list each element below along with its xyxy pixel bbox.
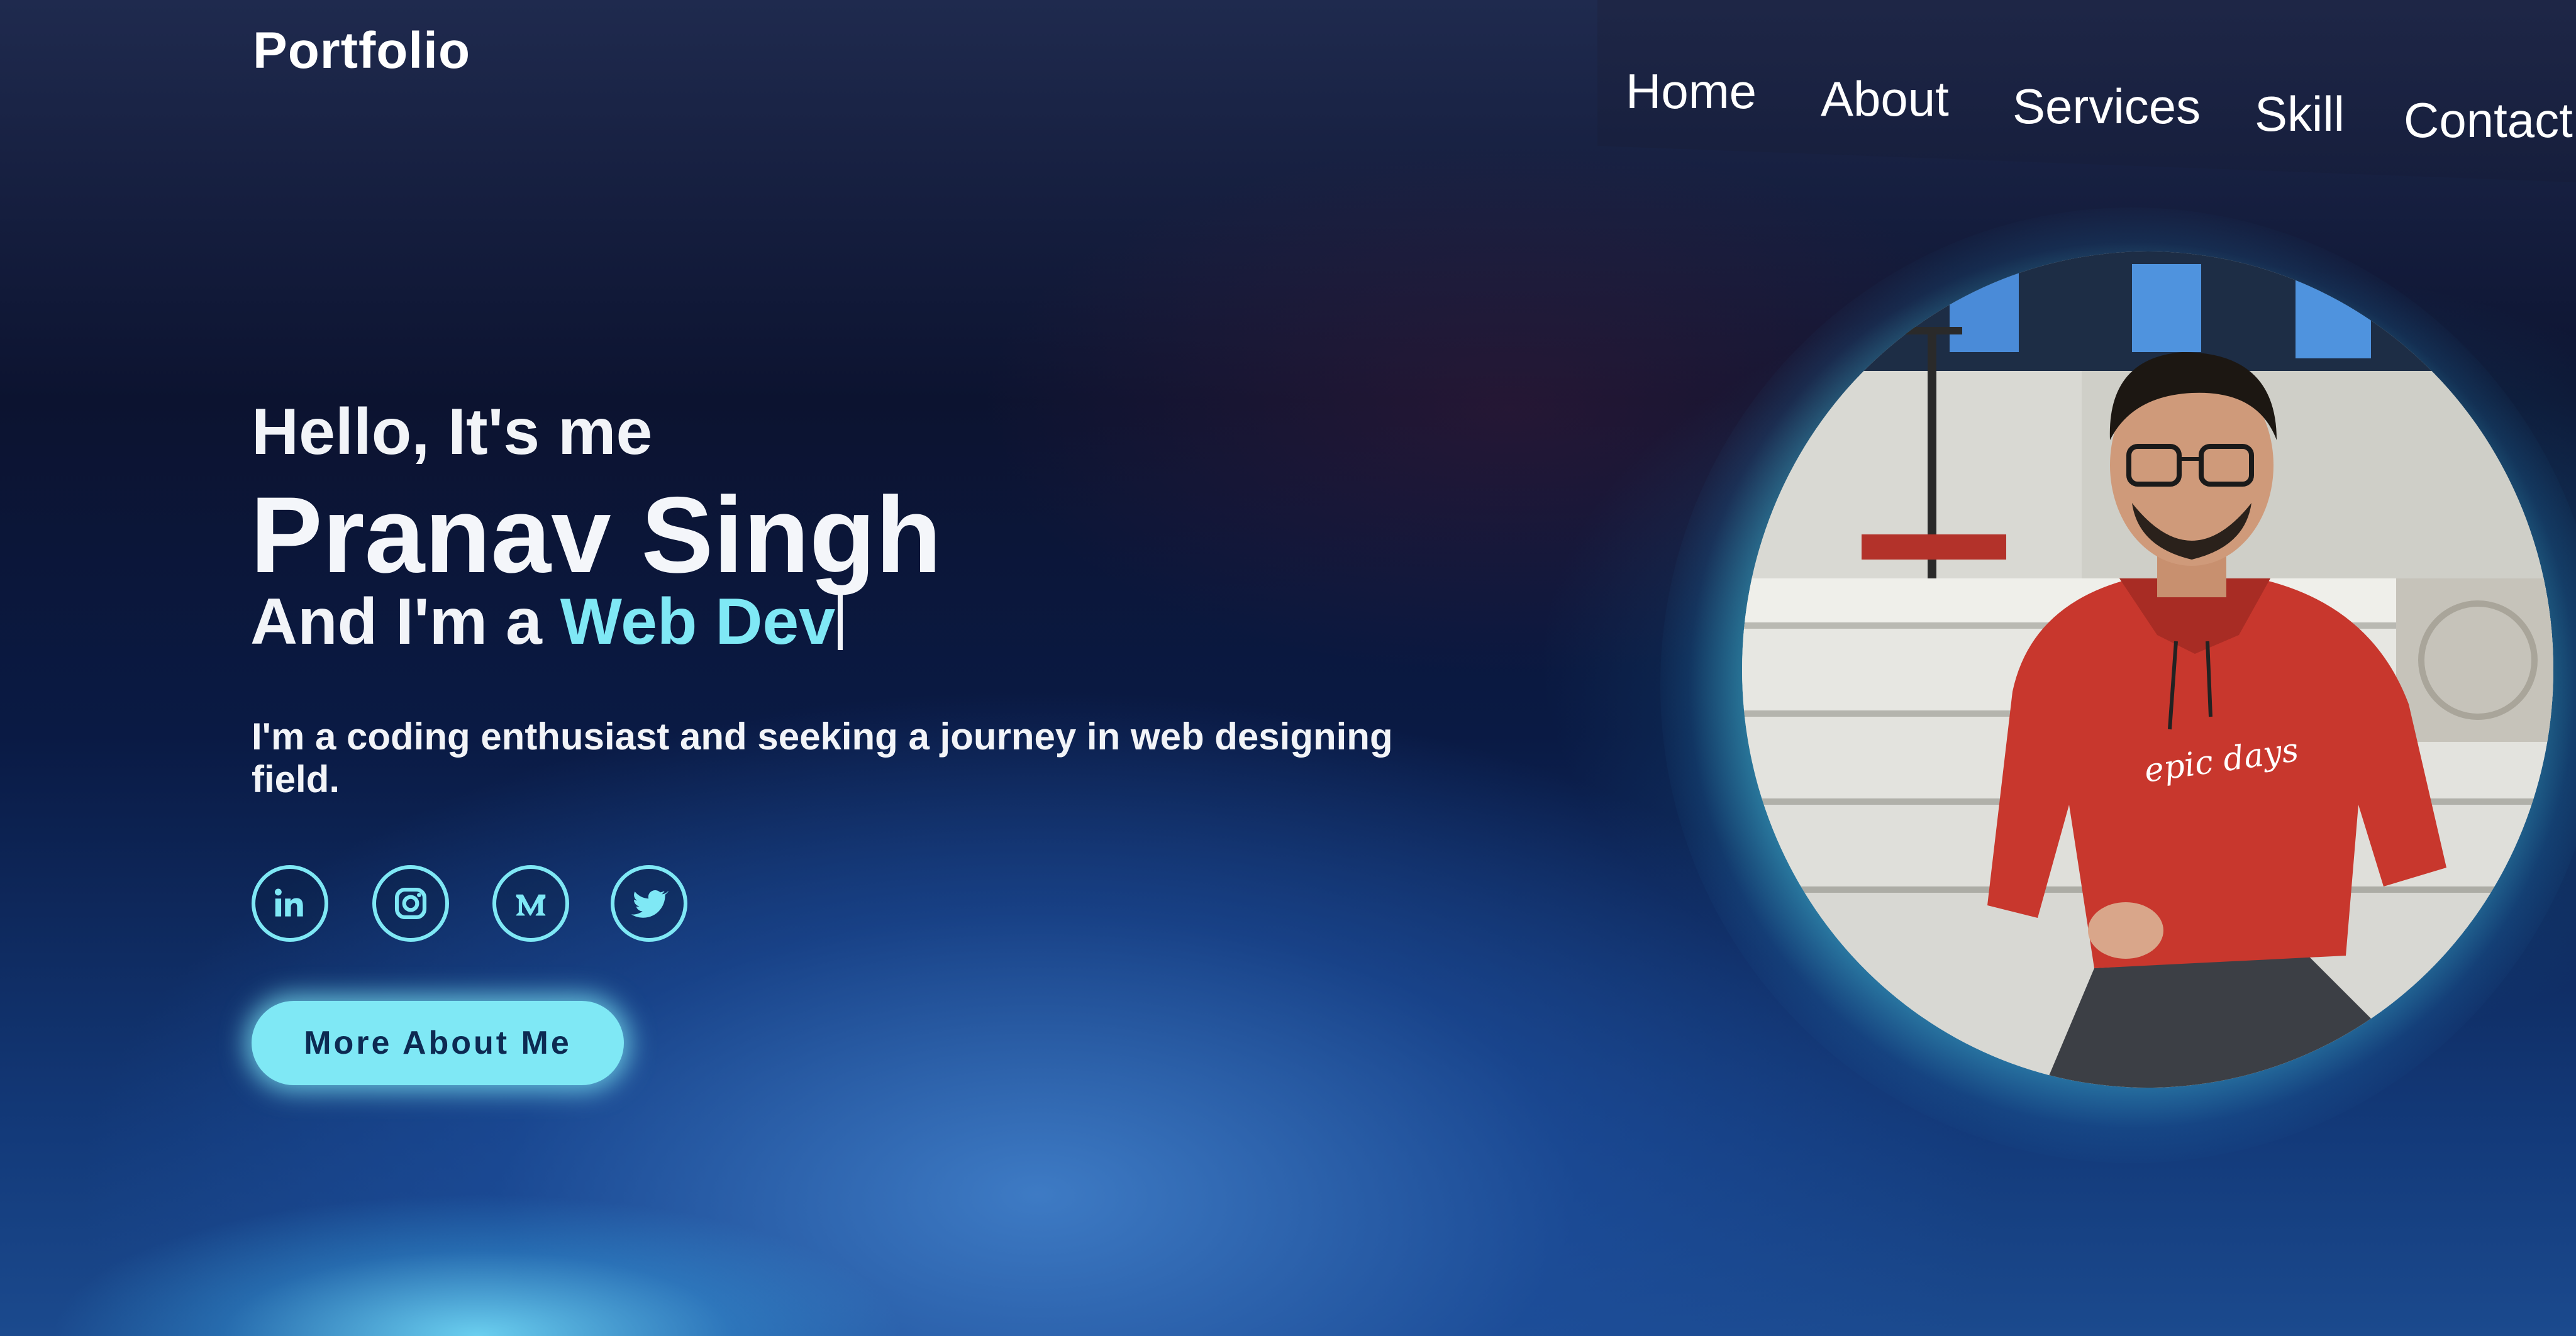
more-about-me-button[interactable]: More About Me <box>252 1001 624 1085</box>
role-prefix: And I'm a <box>250 585 560 658</box>
instagram-icon <box>394 887 427 920</box>
hero-greeting: Hello, It's me <box>252 395 653 468</box>
linkedin-button[interactable] <box>252 865 328 942</box>
brand-logo[interactable]: Portfolio <box>253 21 470 80</box>
twitter-icon <box>631 890 669 918</box>
role-highlight: Web Dev <box>560 585 836 658</box>
hero-name: Pranav Singh <box>250 475 942 595</box>
profile-photo-illustration: epic days <box>1742 251 2553 1088</box>
nav-home[interactable]: Home <box>1626 63 1757 120</box>
nav-skill[interactable]: Skill <box>2255 86 2345 143</box>
nav-contact[interactable]: Contact <box>2404 92 2573 149</box>
instagram-button[interactable] <box>372 865 449 942</box>
medium-icon <box>516 894 546 916</box>
hero-description: I'm a coding enthusiast and seeking a jo… <box>252 715 1393 800</box>
profile-photo: epic days <box>1742 251 2553 1088</box>
typing-cursor <box>838 587 843 650</box>
hero-page: Portfolio Home About Services Skill Cont… <box>0 0 2576 1336</box>
linkedin-icon <box>274 888 303 917</box>
nav-services[interactable]: Services <box>2012 78 2201 135</box>
twitter-button[interactable] <box>611 865 687 942</box>
medium-button[interactable] <box>492 865 569 942</box>
nav-about[interactable]: About <box>1821 70 1949 128</box>
hero-role: And I'm a Web Dev <box>250 585 843 660</box>
